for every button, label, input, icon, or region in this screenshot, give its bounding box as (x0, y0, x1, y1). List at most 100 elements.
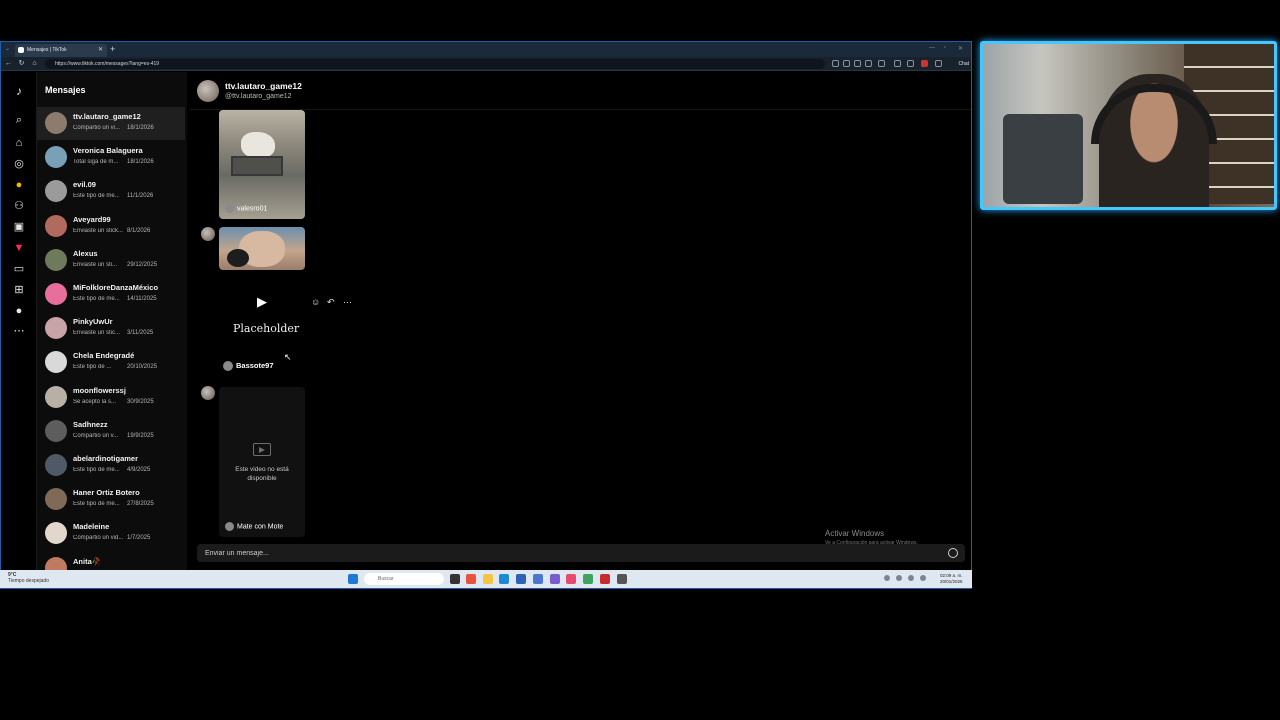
messages-icon[interactable]: ▭ (12, 262, 26, 276)
live-icon[interactable]: ▣ (12, 220, 26, 234)
app-icon-3[interactable] (600, 574, 610, 584)
close-tab-icon[interactable]: ✕ (98, 44, 103, 57)
reader-icon[interactable] (865, 60, 872, 67)
home-icon[interactable]: ⌂ (30, 59, 39, 68)
home-icon[interactable]: ⌂ (12, 136, 26, 150)
conversation-item[interactable]: Sadhnezz Compartió un v... 19/9/2025 (37, 415, 185, 448)
conversation-avatar (45, 351, 67, 374)
tray-chevron-icon[interactable] (884, 575, 890, 581)
play-icon[interactable]: ▶ (257, 295, 269, 309)
sender-avatar[interactable] (201, 227, 215, 241)
tiktok-favicon-icon (18, 47, 24, 53)
video-author-name: valesro01 (237, 205, 268, 213)
conversation-item[interactable]: Haner Ortiz Botero Este tipo de me... 27/8… (37, 483, 185, 516)
conversation-preview: Este tipo de me... (73, 193, 120, 200)
conversation-date: 18/1/2026 (127, 125, 154, 131)
search-icon[interactable]: ⌕ (12, 113, 26, 127)
reload-icon[interactable]: ↻ (17, 59, 26, 68)
conversation-item[interactable]: evil.09 Este tipo de me... 11/1/2026 (37, 175, 185, 208)
upload-icon[interactable]: ⊞ (12, 283, 26, 297)
conversation-item[interactable]: Veronica Balaguera Total siga de m... 18/1… (37, 141, 185, 174)
close-window-icon[interactable]: ✕ (958, 45, 963, 52)
discord-icon[interactable] (550, 574, 560, 584)
translate-icon[interactable] (843, 60, 850, 67)
explore-icon[interactable]: ◎ (12, 157, 26, 171)
tiktok-logo-icon[interactable]: ♪ (12, 84, 26, 98)
tab-title: Mensajes | TikTok (27, 47, 67, 53)
app-icon-2[interactable] (583, 574, 593, 584)
conversation-item[interactable]: MiFolkloreDanzaMéxico Este tipo de me... 1… (37, 278, 185, 311)
conversation-preview: Este tipo de me... (73, 467, 120, 473)
message-input[interactable] (205, 544, 905, 562)
shared-video-card-2[interactable] (219, 227, 305, 270)
network-icon[interactable] (896, 575, 902, 581)
conversation-item[interactable]: Alexus Enviaste un sti... 29/12/2025 (37, 244, 185, 277)
nav-rail: ♪ ⌕ ⌂ ◎ ● ⚇ ▣ ▼ ▭ ⊞ ● ⋯ (1, 72, 37, 570)
edge-icon[interactable] (499, 574, 509, 584)
conversation-item[interactable]: PinkyUwUr Enviaste un stic... 3/11/2025 (37, 312, 185, 345)
chat-button[interactable]: Chat (945, 59, 969, 69)
shared-video-card[interactable]: valesro01 (219, 110, 305, 219)
watermark-title: Activar Windows (825, 529, 885, 538)
conversation-item[interactable]: Chela Endegradé Este tipo de ... 20/10/202… (37, 346, 185, 379)
conversation-item[interactable]: abelardinotigamer Este tipo de me... 4/9/2… (37, 449, 185, 482)
conversation-item[interactable]: ttv.lautaro_game12 Compartió un vi... 18/1… (37, 107, 185, 140)
conversation-item[interactable]: Madeleine Compartió un vid... 1/7/2025 (37, 517, 185, 550)
conversation-item[interactable]: Anita🥀 (37, 552, 185, 570)
conversation-date: 11/1/2026 (127, 193, 154, 200)
chat-avatar[interactable] (197, 80, 219, 102)
battery-icon[interactable] (920, 575, 926, 581)
extension-icon[interactable] (832, 60, 839, 67)
back-icon[interactable]: ← (4, 59, 13, 68)
tab-mensajes[interactable]: Mensajes | TikTok ✕ (15, 44, 107, 57)
conversation-avatar (45, 180, 67, 203)
collections-icon[interactable] (894, 60, 901, 67)
weather-widget[interactable]: 9°C Tiempo despejado (8, 572, 49, 584)
conversation-avatar (45, 317, 67, 340)
conversation-item[interactable]: Aveyard99 Enviaste un stick... 8/1/2026 (37, 210, 185, 243)
taskbar-search[interactable]: Buscar (364, 573, 444, 585)
conversation-name: Veronica Balaguera (73, 146, 143, 156)
obs-icon[interactable] (566, 574, 576, 584)
more-options-icon[interactable]: ⋯ (12, 324, 26, 338)
live-badge-icon[interactable]: ● (12, 178, 26, 192)
volume-icon[interactable] (908, 575, 914, 581)
react-icon[interactable]: ☺ (311, 297, 320, 307)
store-icon[interactable] (516, 574, 526, 584)
conversation-item[interactable]: moonflowerssj Se aceptó la s... 30/9/2025 (37, 381, 185, 414)
webcam-background-chair (1003, 114, 1083, 204)
profile-icon[interactable] (921, 60, 928, 67)
maximize-icon[interactable]: ▫ (944, 45, 946, 51)
zoom-icon[interactable] (854, 60, 861, 67)
address-bar: ← ↻ ⌂ https://www.tiktok.com/messages?la… (1, 57, 971, 71)
tab-menu-icon[interactable]: ⌄ (5, 45, 10, 52)
task-view-icon[interactable] (450, 574, 460, 584)
favorites-icon[interactable] (907, 60, 914, 67)
following-icon[interactable]: ⚇ (12, 199, 26, 213)
new-tab-icon[interactable]: + (110, 42, 115, 57)
profile-avatar-icon[interactable]: ● (12, 304, 26, 318)
shared-author[interactable]: Bassote97 (223, 361, 274, 372)
conversation-name: Sadhnezz (73, 419, 108, 429)
shield-icon[interactable] (878, 60, 885, 67)
app-icon-4[interactable] (617, 574, 627, 584)
chrome-icon[interactable] (466, 574, 476, 584)
start-icon[interactable] (348, 574, 358, 584)
more-actions-icon[interactable]: ⋯ (343, 297, 352, 308)
chat-contact-name[interactable]: ttv.lautaro_game12 (225, 81, 302, 91)
unavailable-video-card[interactable]: Este video no está disponible Mate con M… (219, 387, 305, 537)
more-icon[interactable] (935, 60, 942, 67)
taskbar-clock[interactable]: 02:09 a. m. 20/01/2026 (940, 573, 963, 585)
sender-avatar[interactable] (201, 386, 215, 400)
conversation-name: PinkyUwUr (73, 317, 113, 327)
minimize-icon[interactable]: — (929, 45, 935, 51)
conversation-avatar (45, 112, 67, 134)
file-explorer-icon[interactable] (483, 574, 493, 584)
messages-inbox-icon[interactable]: ▼ (12, 241, 26, 255)
conversation-avatar (45, 454, 67, 476)
url-field[interactable]: https://www.tiktok.com/messages?lang=es-… (45, 59, 825, 69)
app-icon[interactable] (533, 574, 543, 584)
emoji-icon[interactable] (948, 548, 958, 558)
reply-icon[interactable]: ↶ (327, 297, 335, 308)
author-avatar (223, 361, 233, 372)
